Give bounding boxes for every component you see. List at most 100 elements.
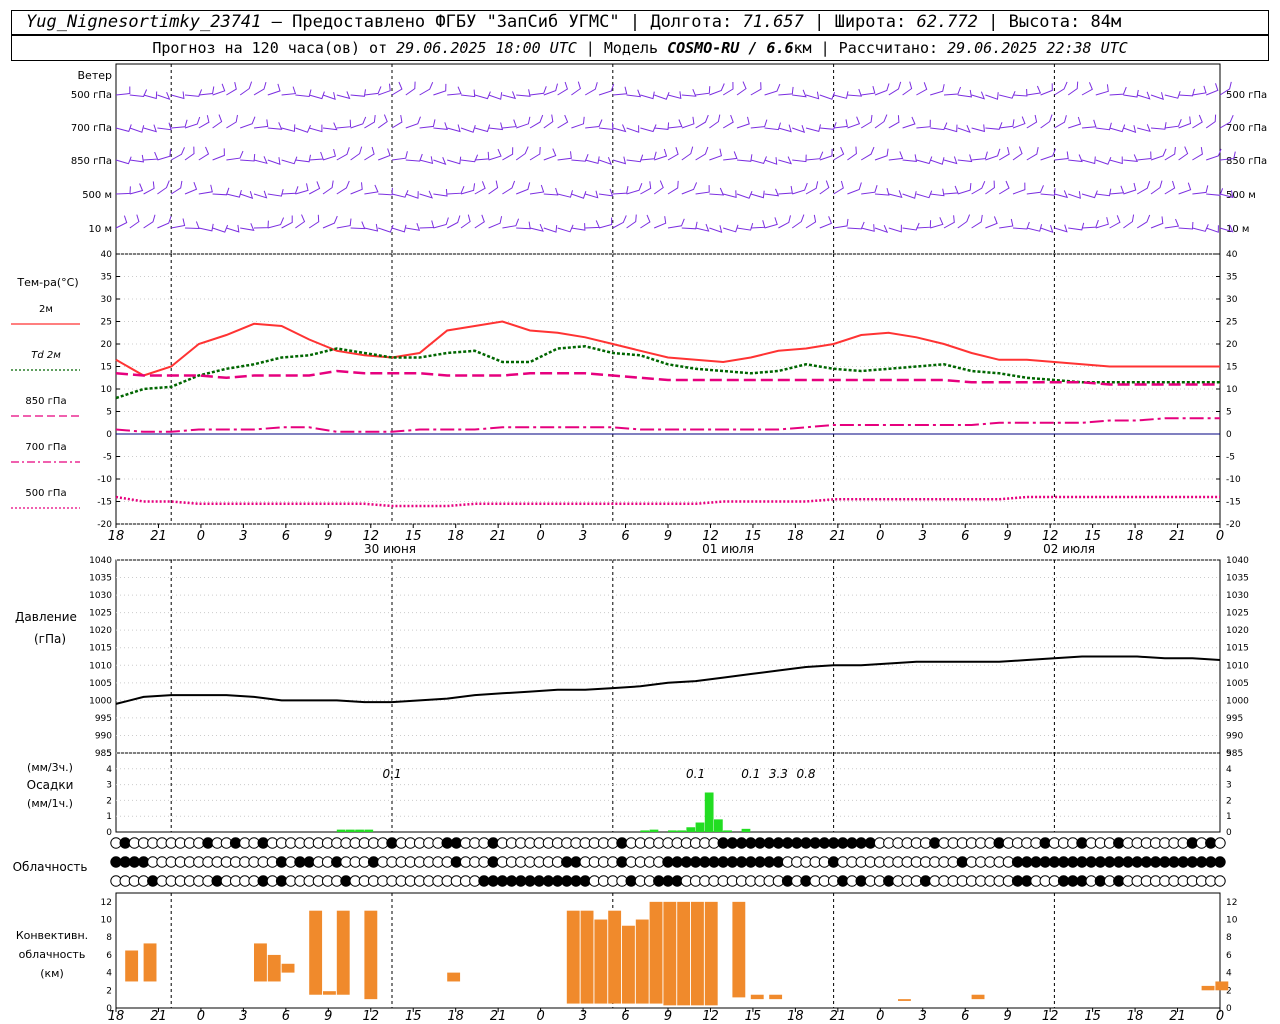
wind-barb (1095, 157, 1112, 165)
wind-barb (778, 86, 794, 96)
wind-barb (336, 147, 350, 161)
wind-barb (115, 124, 132, 133)
cloud-title: Облачность (13, 860, 88, 874)
temp-tick-label: -5 (1226, 453, 1235, 463)
wind-barb (447, 156, 462, 165)
wind-barb (681, 89, 697, 97)
precip-tick-label: 2 (106, 796, 112, 806)
wind-barb (322, 148, 337, 161)
temp-tick-label: 5 (106, 408, 112, 418)
temp-tick-label: 40 (101, 250, 113, 260)
precip-bar (668, 830, 677, 832)
wind-barb (902, 81, 913, 96)
wind-barb (364, 86, 382, 96)
wind-barb (709, 187, 725, 196)
temp-legend-label: 850 гПа (25, 396, 66, 407)
wind-barb (792, 154, 807, 163)
wind-barb (723, 224, 739, 233)
wind-barb (460, 89, 476, 98)
wind-barb (999, 218, 1014, 229)
wind-barb (281, 86, 297, 96)
wind-barb (1150, 92, 1164, 100)
pressure-tick-label: 1000 (89, 696, 112, 706)
wind-barb (516, 182, 531, 195)
wind-barb (1178, 146, 1189, 161)
wind-barb (474, 214, 485, 229)
wind-barb (957, 125, 971, 134)
pressure-tick-label: 990 (95, 731, 112, 741)
wind-barb (1026, 114, 1038, 129)
convective-bar (566, 910, 580, 1004)
cloud-cover-symbol (1214, 856, 1226, 868)
precip-bar (336, 829, 346, 832)
wind-barb (1040, 114, 1053, 129)
wind-barb (1150, 148, 1167, 161)
wind-barb (1123, 89, 1139, 98)
wind-barb (1136, 214, 1151, 229)
wind-barb (157, 92, 171, 101)
temp-tick-label: -5 (103, 453, 112, 463)
wind-barb (930, 188, 945, 197)
wind-barb (1109, 185, 1125, 195)
temp-legend-label: 500 гПа (25, 488, 66, 499)
wind-barb (861, 85, 876, 96)
date-label: 02 июля (1043, 542, 1095, 556)
wind-barb (378, 187, 393, 196)
precip-tick-label: 4 (1226, 765, 1232, 775)
wind-barb (240, 153, 256, 162)
wind-barb (1054, 115, 1067, 129)
wind-barb (736, 191, 753, 199)
convective-tick-label: 2 (106, 986, 112, 996)
wind-barb (350, 116, 367, 129)
wind-barb (157, 180, 170, 195)
hour-label: 0 (876, 529, 884, 544)
wind-barb (557, 114, 569, 129)
hour-label: 6 (961, 529, 969, 544)
wind-barb (626, 125, 640, 133)
wind-barb (446, 215, 461, 229)
convective-bar (704, 901, 718, 1006)
wind-barb (805, 124, 821, 133)
wind-barb (598, 157, 612, 166)
wind-barb (1054, 224, 1068, 233)
wind-barb (1068, 191, 1081, 199)
wind-barb (557, 151, 572, 161)
wind-barb (1178, 88, 1195, 97)
temp-series-2м (115, 320, 1220, 377)
wind-barb (971, 124, 985, 133)
precip-amount-label: 3.3 (769, 767, 788, 781)
wind-barb (460, 125, 476, 133)
wind-barb (695, 146, 709, 161)
pressure-tick-label: 1015 (89, 644, 112, 654)
convective-tick-label: 4 (1226, 969, 1232, 979)
wind-barb (585, 119, 603, 129)
wind-barb (750, 82, 762, 96)
temp-title: Тем-ра(°С) (16, 276, 78, 289)
wind-barb (529, 114, 544, 129)
wind-barb (502, 91, 517, 100)
wind-barb (1123, 214, 1135, 229)
wind-barb (626, 214, 637, 229)
convective-bar (447, 972, 461, 982)
temp-tick-label: 10 (101, 385, 113, 395)
date-label: 01 июля (702, 542, 754, 556)
wind-barb (115, 86, 131, 96)
wind-barb (819, 180, 830, 195)
wind-barb (930, 217, 944, 229)
wind-barb (585, 220, 600, 229)
wind-barb (1081, 156, 1096, 165)
convective-tick-label: 0 (1226, 1004, 1232, 1014)
wind-barb (957, 214, 971, 229)
wind-level-label: 850 гПа (71, 156, 112, 167)
wind-barb (1150, 180, 1163, 195)
convective-bar (622, 925, 635, 1004)
wind-barb (1150, 216, 1164, 229)
hour-label: 9 (324, 529, 332, 544)
wind-barb (571, 223, 586, 231)
wind-barb (391, 81, 403, 96)
wind-barb (129, 214, 140, 229)
wind-barb (447, 86, 462, 96)
wind-barb (1206, 225, 1219, 233)
wind-barb (723, 151, 738, 161)
precip-bar (364, 829, 374, 832)
